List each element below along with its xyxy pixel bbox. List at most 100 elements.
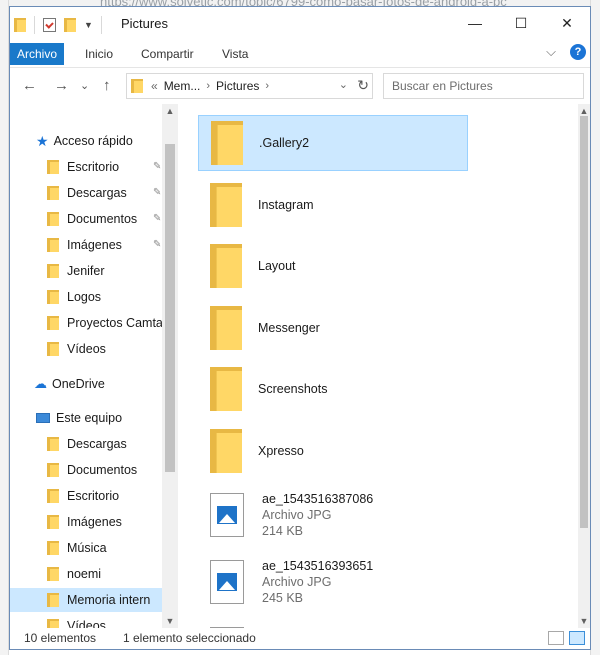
nav-quick-access[interactable]: ★ Acceso rápido bbox=[36, 129, 133, 153]
navigation-pane-scrollbar[interactable]: ▲ ▼ bbox=[162, 104, 178, 628]
file-name: ae_1543516393651 bbox=[262, 559, 374, 573]
file-info: ae_1543516387086 Archivo JPG 214 KB bbox=[262, 491, 373, 539]
breadcrumb-separator[interactable]: › bbox=[206, 80, 210, 92]
scroll-down-arrow[interactable]: ▼ bbox=[162, 616, 178, 626]
tab-compartir[interactable]: Compartir bbox=[141, 43, 194, 65]
nav-item-memoria-intern[interactable]: Memoria intern bbox=[10, 588, 170, 612]
nav-item-logos[interactable]: Logos bbox=[47, 285, 101, 309]
scroll-up-arrow[interactable]: ▲ bbox=[162, 106, 178, 116]
nav-item-música[interactable]: Música bbox=[47, 536, 107, 560]
folder-icon bbox=[47, 316, 59, 330]
address-dropdown-button[interactable]: ⌄ bbox=[339, 78, 348, 91]
selection-count: 1 elemento seleccionado bbox=[123, 631, 256, 645]
maximize-button[interactable]: ☐ bbox=[498, 7, 544, 39]
content-scrollbar[interactable]: ▲ ▼ bbox=[578, 104, 590, 628]
folder-icon bbox=[14, 18, 26, 32]
pin-icon: ✎ bbox=[153, 187, 162, 198]
pin-icon: ✎ bbox=[153, 239, 162, 250]
forward-button[interactable]: → bbox=[54, 77, 69, 94]
phone-icon bbox=[47, 567, 59, 581]
scrollbar-thumb[interactable] bbox=[165, 144, 175, 472]
folder-icon bbox=[210, 428, 242, 473]
pin-icon: ✎ bbox=[153, 213, 162, 224]
properties-icon[interactable] bbox=[43, 18, 56, 32]
pictures-folder-icon bbox=[47, 238, 59, 252]
nav-label: Documentos bbox=[67, 212, 138, 226]
folder-item[interactable]: Layout bbox=[198, 238, 468, 294]
up-button[interactable]: ↑ bbox=[103, 77, 111, 94]
search-input[interactable]: Buscar en Pictures bbox=[383, 73, 584, 99]
folder-icon bbox=[210, 182, 242, 227]
tab-vista[interactable]: Vista bbox=[222, 43, 248, 65]
nav-item-jenifer[interactable]: Jenifer bbox=[47, 259, 105, 283]
ribbon-right-controls: ⌵ ? bbox=[546, 44, 586, 60]
folder-item[interactable]: Screenshots bbox=[198, 361, 468, 417]
folder-name: Instagram bbox=[258, 197, 314, 212]
nav-label: Descargas bbox=[67, 186, 127, 200]
folder-item[interactable]: Messenger bbox=[198, 300, 468, 356]
file-item[interactable]: ae_1543516500156 bbox=[198, 619, 468, 628]
window-title: Pictures bbox=[121, 16, 168, 31]
file-item[interactable]: ae_1543516393651 Archivo JPG 245 KB bbox=[198, 552, 468, 612]
nav-label: Este equipo bbox=[56, 411, 123, 425]
address-bar[interactable]: « Mem... › Pictures › ⌄ ↻ bbox=[126, 73, 373, 99]
desktop-folder-icon bbox=[47, 160, 59, 174]
folder-item[interactable]: .Gallery2 bbox=[198, 115, 468, 171]
videos-folder-icon bbox=[47, 342, 59, 356]
nav-item-imágenes[interactable]: Imágenes bbox=[47, 233, 122, 257]
folder-icon bbox=[47, 264, 59, 278]
nav-this-pc[interactable]: Este equipo bbox=[36, 406, 122, 430]
nav-item-documentos[interactable]: Documentos bbox=[47, 458, 137, 482]
details-view-button[interactable] bbox=[548, 631, 564, 645]
nav-item-escritorio[interactable]: Escritorio bbox=[47, 155, 119, 179]
folder-item[interactable]: Xpresso bbox=[198, 423, 468, 479]
file-item[interactable]: ae_1543516387086 Archivo JPG 214 KB bbox=[198, 485, 468, 545]
minimize-button[interactable]: — bbox=[452, 7, 498, 39]
folder-item[interactable]: Instagram bbox=[198, 177, 468, 233]
tab-archivo[interactable]: Archivo bbox=[10, 43, 65, 65]
nav-label: Vídeos bbox=[67, 342, 106, 356]
status-bar: 10 elementos 1 elemento seleccionado bbox=[10, 628, 590, 649]
nav-item-descargas[interactable]: Descargas bbox=[47, 432, 127, 456]
close-button[interactable]: ✕ bbox=[544, 7, 590, 39]
computer-icon bbox=[36, 413, 50, 423]
ribbon-tabs: Archivo Inicio Compartir Vista ⌵ ? bbox=[10, 39, 590, 67]
navigation-pane: ★ Acceso rápido ☁ OneDrive Este equipo E… bbox=[10, 104, 178, 628]
new-folder-icon[interactable] bbox=[64, 18, 76, 32]
folder-icon bbox=[211, 121, 243, 165]
file-size: 214 KB bbox=[262, 524, 304, 538]
scroll-down-arrow[interactable]: ▼ bbox=[578, 616, 590, 626]
help-icon[interactable]: ? bbox=[570, 44, 586, 60]
nav-label: Documentos bbox=[67, 463, 138, 477]
nav-item-noemi[interactable]: noemi bbox=[47, 562, 101, 586]
large-icons-view-button[interactable] bbox=[569, 631, 585, 645]
back-button[interactable]: ← bbox=[22, 77, 37, 94]
scroll-up-arrow[interactable]: ▲ bbox=[578, 106, 590, 116]
nav-item-imágenes[interactable]: Imágenes bbox=[47, 510, 122, 534]
breadcrumb-pictures[interactable]: Pictures bbox=[216, 79, 259, 93]
recent-locations-button[interactable]: ⌄ bbox=[80, 79, 89, 92]
folder-icon bbox=[47, 290, 59, 304]
cloud-icon: ☁ bbox=[34, 376, 47, 391]
refresh-button[interactable]: ↻ bbox=[357, 77, 369, 94]
scrollbar-thumb[interactable] bbox=[580, 116, 588, 528]
nav-item-descargas[interactable]: Descargas bbox=[47, 181, 127, 205]
breadcrumb-overflow[interactable]: « bbox=[151, 79, 158, 93]
nav-item-proyectos-camta[interactable]: Proyectos Camta bbox=[47, 311, 163, 335]
title-bar: ▼ Pictures — ☐ ✕ bbox=[10, 7, 590, 39]
nav-item-documentos[interactable]: Documentos bbox=[47, 207, 137, 231]
breadcrumb-memoria[interactable]: Mem... bbox=[164, 79, 201, 93]
breadcrumb-separator[interactable]: › bbox=[265, 80, 269, 92]
nav-item-vídeos[interactable]: Vídeos bbox=[47, 614, 106, 628]
item-count: 10 elementos bbox=[24, 631, 97, 645]
expand-ribbon-icon[interactable]: ⌵ bbox=[546, 44, 556, 60]
customize-toolbar-icon[interactable]: ▼ bbox=[84, 20, 93, 30]
nav-onedrive[interactable]: ☁ OneDrive bbox=[34, 372, 105, 396]
file-size: 245 KB bbox=[262, 591, 304, 605]
star-icon: ★ bbox=[36, 132, 49, 149]
nav-item-escritorio[interactable]: Escritorio bbox=[47, 484, 119, 508]
tab-inicio[interactable]: Inicio bbox=[85, 43, 113, 65]
file-type: Archivo JPG bbox=[262, 508, 332, 522]
nav-label: Música bbox=[67, 541, 107, 555]
nav-item-vídeos[interactable]: Vídeos bbox=[47, 337, 106, 361]
